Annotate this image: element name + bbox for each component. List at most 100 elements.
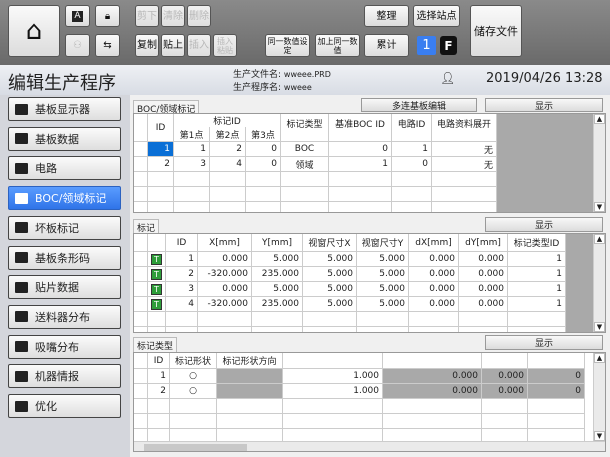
table-cell: 1.000 [283,369,383,384]
copy-button[interactable]: 复制 [135,34,159,57]
sidebar-item-icon [15,370,28,382]
users-button[interactable]: ⚇ [65,34,90,57]
t-badge-button[interactable]: T [151,283,162,295]
column-header: 标记类型ID [508,234,566,252]
row-header [134,327,148,332]
mark-type-table: ID 标记形状 标记形状方向 1 ○ 1.000 0.000 0.000 0 2 ○ 1.000 0.0… [133,352,606,452]
f-badge[interactable]: F [440,36,457,55]
table-cell [281,202,329,212]
tab-mark-type[interactable]: 标记类型 [133,337,178,353]
scroll-up-arrow-icon[interactable]: ▲ [594,234,605,244]
table-cell: 3 [166,282,198,297]
table-cell [392,202,432,212]
table-cell [148,202,174,212]
sidebar-item[interactable]: 基板条形码 [8,245,121,270]
table-cell: 5.000 [357,267,409,282]
scroll-up-arrow-icon[interactable]: ▲ [594,114,605,124]
vertical-scrollbar[interactable]: ▲ ▼ [593,234,605,332]
scroll-down-arrow-icon[interactable]: ▼ [594,202,605,212]
marks-show-button[interactable]: 显示 [485,217,603,232]
table-cell: 5.000 [303,282,357,297]
table-cell: 0 [246,157,281,172]
boc-show-button[interactable]: 显示 [485,98,603,112]
table-cell: 0.000 [198,252,252,267]
sidebar-item[interactable]: 送料器分布 [8,304,121,329]
empty-area [497,114,593,212]
table-cell: 0.000 [482,384,528,399]
lock-icon: 🔒︎ [104,10,111,22]
table-cell: 2 [166,267,198,282]
table-cell [392,172,432,187]
home-icon: ⌂ [25,15,43,46]
sidebar-item[interactable]: 电路 [8,156,121,181]
column-header: 标记形状方向 [217,353,283,369]
table-cell: 235.000 [252,297,303,312]
sidebar-item[interactable]: 基板显示器 [8,97,121,121]
paste-button[interactable]: 贴上 [161,34,185,57]
vertical-scrollbar[interactable]: ▲ ▼ [593,114,605,212]
table-cell [329,202,392,212]
table-cell [383,399,482,414]
delete-button[interactable]: 删除 [187,5,211,27]
row-header-corner [134,353,148,369]
table-cell [432,172,497,187]
table-cell: 1 [166,252,198,267]
sidebar-item-label: 吸嘴分布 [35,340,79,354]
marktype-show-button[interactable]: 显示 [485,335,603,350]
header-id: ID [148,114,174,142]
sidebar-item[interactable]: 贴片数据 [8,275,121,300]
column-header: X[mm] [198,234,252,252]
select-station-button[interactable]: 选择站点 [413,5,460,27]
t-badge-button[interactable]: T [151,268,162,280]
table-cell: 5.000 [252,252,303,267]
insert-button[interactable]: 插入 [187,34,211,57]
horizontal-scrollbar[interactable] [134,441,605,451]
badge-cell: T [148,282,166,297]
scroll-down-arrow-icon[interactable]: ▼ [594,431,605,441]
t-badge-button[interactable]: T [151,298,162,310]
sidebar-item[interactable]: 坏板标记 [8,215,121,240]
home-button[interactable]: ⌂ [8,5,60,57]
table-cell: 1 [508,252,566,267]
sidebar-item[interactable]: 基板数据 [8,126,121,151]
scroll-up-arrow-icon[interactable]: ▲ [594,353,605,363]
organize-button[interactable]: 整理 [364,5,409,27]
multi-board-edit-button[interactable]: 多连基板编辑 [361,98,477,112]
scrollbar-thumb[interactable] [144,444,247,451]
vertical-scrollbar[interactable]: ▲ ▼ [593,353,605,441]
table-cell [528,414,585,429]
clear-button[interactable]: 清除 [161,5,185,27]
user-settings-icon[interactable]: 👤︎ [440,71,455,85]
save-file-button[interactable]: 储存文件 [470,5,522,57]
table-cell: 5.000 [303,252,357,267]
badge-cell: T [148,297,166,312]
sidebar-item[interactable]: 吸嘴分布 [8,334,121,359]
table-cell: 0.000 [459,267,508,282]
column-header: ID [148,353,170,369]
sidebar-item[interactable]: 优化 [8,394,121,418]
table-cell: -320.000 [198,297,252,312]
sidebar-item[interactable]: BOC/领域标记 [8,186,121,211]
table-cell [148,172,174,187]
insert-paste-button[interactable]: 插入粘贴 [213,34,237,57]
lock-button[interactable]: 🔒︎ [95,5,120,27]
add-same-value-button[interactable]: 加上同一数值 [315,34,360,57]
cut-button[interactable]: 剪下 [135,5,159,27]
table-cell [210,187,246,202]
same-value-button[interactable]: 同一数值设定 [265,34,310,57]
sidebar-item-label: 送料器分布 [35,310,90,324]
sidebar-item[interactable]: 机器情报 [8,364,121,389]
table-cell: -320.000 [198,267,252,282]
datetime: 2019/04/26 13:28 [486,71,603,86]
row-header [134,282,148,297]
keyboard-a-button[interactable]: A [65,5,90,27]
table-cell: 0 [528,369,585,384]
station-number-badge[interactable]: 1 [417,36,436,55]
row-header-corner [134,114,148,142]
t-badge-button[interactable]: T [151,253,162,265]
transfer-button[interactable]: ⇆ [95,34,120,57]
row-header [134,414,148,429]
accumulate-button[interactable]: 累计 [364,34,409,57]
table-cell [432,202,497,212]
scroll-down-arrow-icon[interactable]: ▼ [594,322,605,332]
